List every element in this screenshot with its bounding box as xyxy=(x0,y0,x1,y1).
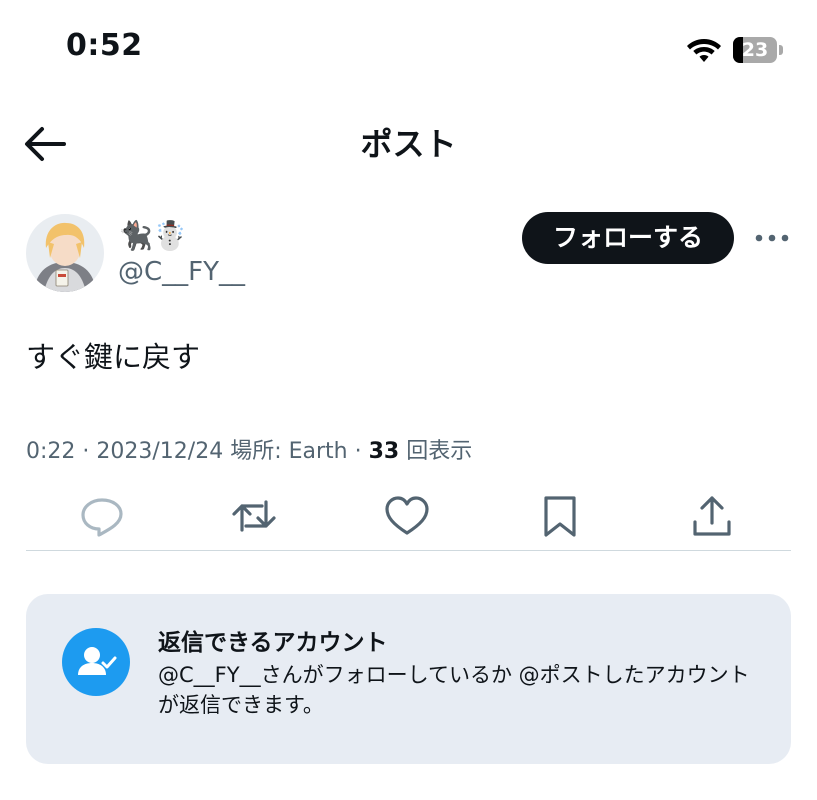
avatar[interactable] xyxy=(26,214,104,292)
views-count[interactable]: 33 xyxy=(369,439,400,464)
user-check-icon xyxy=(62,628,130,696)
page-title: ポスト xyxy=(360,125,457,163)
status-time: 0:52 xyxy=(66,28,143,63)
more-horizontal-icon[interactable] xyxy=(752,224,792,252)
divider xyxy=(26,550,791,551)
post-location[interactable]: 場所: Earth xyxy=(230,439,347,464)
status-bar: 0:52 23 xyxy=(0,0,817,100)
display-name[interactable]: 🐈‍⬛☃️ xyxy=(118,216,188,256)
wifi-icon xyxy=(687,39,721,62)
user-handle[interactable]: @C__FY__ xyxy=(118,254,245,290)
heart-icon[interactable] xyxy=(383,494,431,538)
reply-restriction-notice: 返信できるアカウント @C__FY__さんがフォローしているか @ポストしたアカ… xyxy=(26,594,791,764)
battery-level: 23 xyxy=(741,39,769,61)
notice-body: @C__FY__さんがフォローしているか @ポストしたアカウントが返信できます。 xyxy=(158,663,750,717)
post-date[interactable]: 2023/12/24 xyxy=(96,439,223,464)
views-label[interactable]: 回表示 xyxy=(406,439,472,464)
post-text: すぐ鍵に戻す xyxy=(26,340,201,374)
bookmark-icon[interactable] xyxy=(536,494,584,538)
notice-title: 返信できるアカウント xyxy=(158,630,388,656)
reply-icon[interactable] xyxy=(78,494,126,538)
follow-button[interactable]: フォローする xyxy=(522,212,734,264)
share-icon[interactable] xyxy=(688,494,736,538)
repost-icon[interactable] xyxy=(230,494,278,538)
post-meta: 0:22 · 2023/12/24 場所: Earth · 33 回表示 xyxy=(26,439,473,464)
post-time[interactable]: 0:22 xyxy=(26,439,75,464)
battery-indicator: 23 xyxy=(733,37,783,63)
